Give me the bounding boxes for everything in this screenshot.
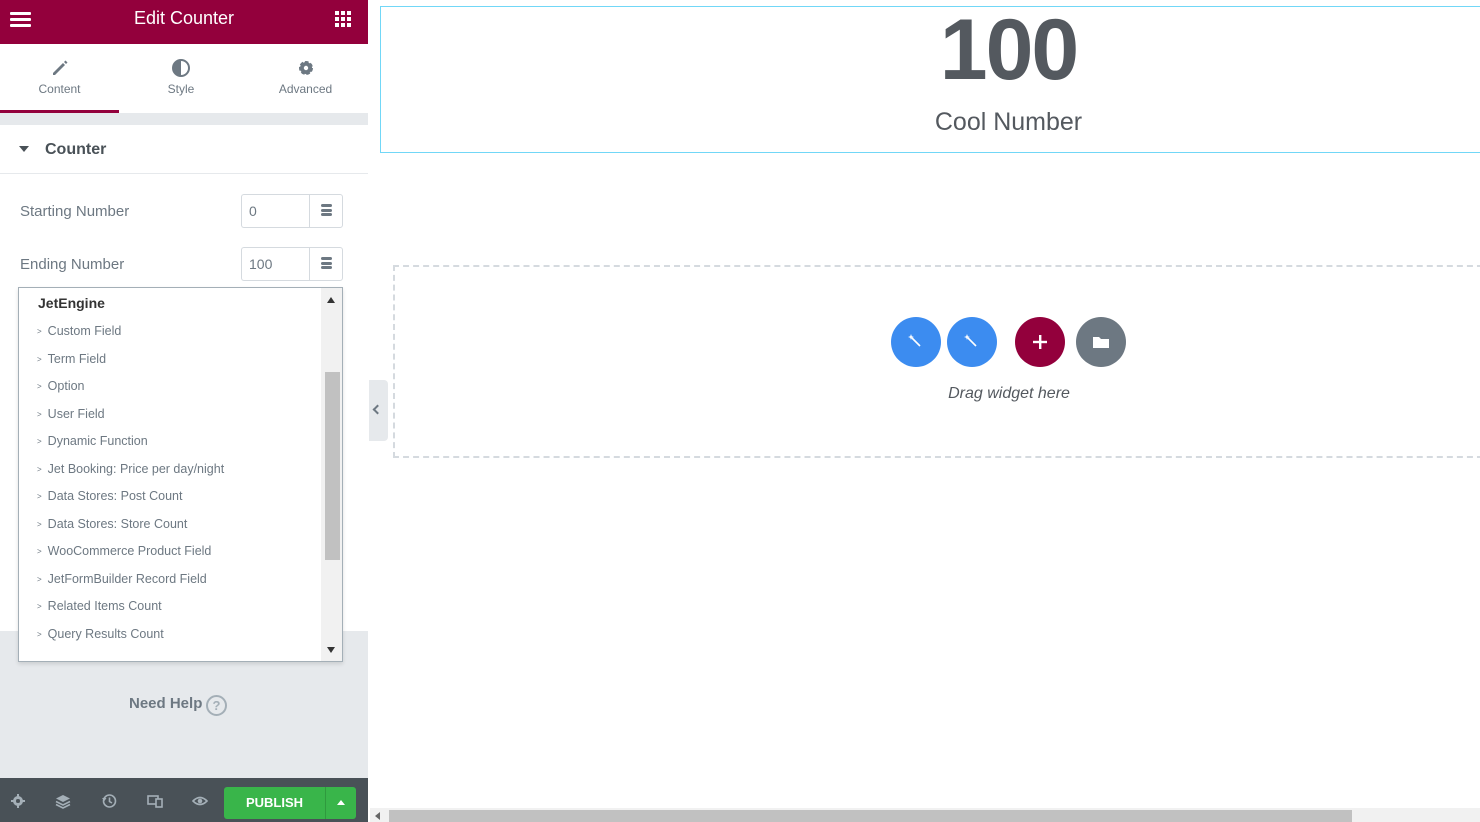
chevron-right-icon: > (37, 602, 42, 611)
list-item[interactable]: > Custom Field (37, 324, 224, 352)
chevron-left-icon (372, 404, 383, 415)
chevron-right-icon: > (37, 354, 42, 364)
panel-title: Edit Counter (133, 8, 235, 28)
need-help-link[interactable]: Need Help (129, 695, 202, 712)
dynamic-tags-list: > Custom Field > Term Field > Option > User … (37, 324, 224, 654)
ending-number-control: Ending Number 100 (0, 247, 368, 283)
database-icon (321, 257, 332, 271)
tab-style-label: Style (167, 82, 195, 96)
scroll-up-icon[interactable] (327, 297, 335, 303)
list-item[interactable]: > Query Results Count (37, 627, 224, 655)
chevron-right-icon: > (37, 437, 42, 446)
scroll-thumb[interactable] (325, 372, 340, 560)
chevron-right-icon: > (37, 382, 42, 391)
list-item-label: Custom Field (47, 324, 122, 338)
list-item-label: Query Results Count (47, 626, 164, 641)
list-item-label: Data Stores: Post Count (47, 489, 183, 503)
dropdown-scrollbar[interactable] (321, 288, 342, 661)
list-item-label: Jet Booking: Price per day/night (47, 461, 225, 476)
scroll-down-icon[interactable] (327, 647, 335, 653)
counter-number: 100 (939, 2, 1080, 98)
starting-number-control: Starting Number 0 (0, 194, 368, 230)
gear-icon (298, 61, 313, 75)
caret-down-icon (19, 146, 29, 152)
plus-icon (1033, 335, 1047, 349)
list-item-label: Option (47, 379, 85, 393)
list-item[interactable]: > JetFormBuilder Record Field (37, 572, 224, 600)
collapse-panel-button[interactable] (369, 380, 388, 441)
panel-header: Edit Counter (0, 0, 368, 44)
dynamic-tags-button[interactable] (309, 247, 343, 281)
chevron-right-icon: > (37, 547, 42, 556)
publish-options-button[interactable] (325, 787, 356, 819)
ending-number-label: Ending Number (20, 256, 125, 273)
help-icon[interactable]: ? (206, 695, 227, 716)
horizontal-scrollbar[interactable] (370, 808, 1480, 822)
dropdown-group-title: JetEngine (38, 295, 105, 311)
list-item[interactable]: > Data Stores: Store Count (37, 517, 224, 545)
chevron-right-icon: > (37, 519, 42, 529)
starting-number-input[interactable]: 0 (241, 194, 309, 228)
tab-advanced-label: Advanced (278, 82, 333, 96)
tab-style[interactable]: Style (119, 44, 243, 113)
scroll-left-icon[interactable] (375, 812, 380, 820)
pencil-icon (52, 60, 67, 75)
contrast-icon (172, 59, 190, 77)
scroll-thumb[interactable] (389, 810, 1352, 822)
list-item-label: User Field (47, 406, 105, 421)
list-item[interactable]: > Option (37, 379, 224, 407)
list-item-label: Data Stores: Store Count (47, 516, 188, 531)
layers-icon[interactable] (55, 793, 71, 809)
tab-content-label: Content (38, 82, 81, 96)
list-item-label: Term Field (47, 351, 107, 366)
list-item[interactable]: > WooCommerce Product Field (37, 544, 224, 572)
dynamic-tags-button[interactable] (309, 194, 343, 228)
empty-section-dropzone[interactable] (393, 265, 1480, 458)
history-icon[interactable] (101, 793, 117, 809)
chevron-right-icon: > (37, 464, 42, 474)
folder-icon (1093, 337, 1109, 348)
list-item[interactable]: > Jet Booking: Price per day/night (37, 462, 224, 490)
chevron-right-icon: > (37, 409, 42, 419)
list-item-label: Related Items Count (47, 599, 162, 613)
add-section-button[interactable] (1015, 317, 1065, 367)
ai-magic-button[interactable] (891, 317, 941, 367)
ending-number-input[interactable]: 100 (241, 247, 309, 281)
list-item-label: Dynamic Function (47, 434, 148, 448)
caret-up-icon (337, 800, 345, 805)
drag-widget-hint: Drag widget here (948, 385, 1070, 402)
counter-title: Cool Number (934, 108, 1083, 136)
chevron-right-icon: > (37, 574, 42, 584)
list-item-label: JetFormBuilder Record Field (47, 571, 207, 586)
ai-magic-button[interactable] (947, 317, 997, 367)
dynamic-tags-dropdown: JetEngine > Custom Field > Term Field > Opt… (18, 287, 343, 662)
list-item[interactable]: > Data Stores: Post Count (37, 489, 224, 517)
section-title: Counter (45, 141, 107, 158)
magic-wand-icon (964, 334, 977, 347)
preview-eye-icon[interactable] (192, 793, 208, 809)
chevron-right-icon: > (37, 492, 42, 501)
widgets-grid-icon[interactable] (335, 11, 351, 27)
chevron-right-icon: > (37, 629, 42, 639)
editor-panel: Edit Counter Content Style Advanced Coun… (0, 0, 368, 822)
section-toggle[interactable]: Counter (0, 125, 368, 174)
magic-wand-icon (908, 334, 921, 347)
add-template-button[interactable] (1076, 317, 1126, 367)
tab-advanced[interactable]: Advanced (243, 44, 368, 113)
database-icon (321, 204, 332, 218)
settings-icon[interactable] (10, 793, 26, 809)
counter-widget[interactable]: 100 Cool Number (380, 2, 1480, 153)
chevron-right-icon: > (37, 327, 42, 336)
list-item[interactable]: > Term Field (37, 352, 224, 380)
list-item-label: WooCommerce Product Field (47, 544, 212, 558)
tab-content[interactable]: Content (0, 44, 119, 113)
list-item[interactable]: > Related Items Count (37, 599, 224, 627)
publish-button[interactable]: PUBLISH (224, 787, 325, 819)
list-item[interactable]: > User Field (37, 407, 224, 435)
starting-number-label: Starting Number (20, 203, 130, 220)
responsive-icon[interactable] (147, 793, 163, 809)
list-item[interactable]: > Dynamic Function (37, 434, 224, 462)
panel-tabs: Content Style Advanced (0, 44, 368, 113)
